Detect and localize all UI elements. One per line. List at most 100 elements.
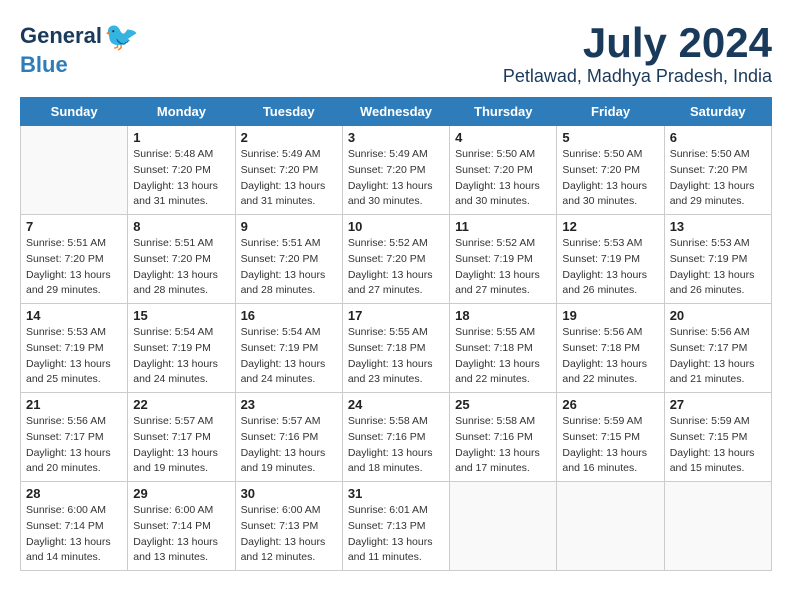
calendar-cell: 23 Sunrise: 5:57 AMSunset: 7:16 PMDayligh… [235, 393, 342, 482]
day-info: Sunrise: 5:54 AMSunset: 7:19 PMDaylight:… [133, 325, 229, 388]
calendar-day-header: Tuesday [235, 98, 342, 126]
day-info: Sunrise: 5:56 AMSunset: 7:18 PMDaylight:… [562, 325, 658, 388]
calendar-cell: 22 Sunrise: 5:57 AMSunset: 7:17 PMDayligh… [128, 393, 235, 482]
day-info: Sunrise: 5:50 AMSunset: 7:20 PMDaylight:… [455, 147, 551, 210]
calendar-cell: 18 Sunrise: 5:55 AMSunset: 7:18 PMDayligh… [450, 304, 557, 393]
logo: General 🐦 Blue [20, 20, 139, 77]
day-number: 20 [670, 308, 766, 323]
day-number: 22 [133, 397, 229, 412]
day-info: Sunrise: 5:56 AMSunset: 7:17 PMDaylight:… [670, 325, 766, 388]
calendar-table: SundayMondayTuesdayWednesdayThursdayFrid… [20, 97, 772, 571]
day-info: Sunrise: 6:00 AMSunset: 7:13 PMDaylight:… [241, 503, 337, 566]
calendar-cell: 30 Sunrise: 6:00 AMSunset: 7:13 PMDayligh… [235, 482, 342, 571]
calendar-cell: 25Sunrise: 5:58 AMSunset: 7:16 PMDayligh… [450, 393, 557, 482]
day-number: 1 [133, 130, 229, 145]
day-number: 12 [562, 219, 658, 234]
day-info: Sunrise: 5:57 AMSunset: 7:16 PMDaylight:… [241, 414, 337, 477]
calendar-day-header: Saturday [664, 98, 771, 126]
calendar-cell: 7Sunrise: 5:51 AMSunset: 7:20 PMDaylight… [21, 215, 128, 304]
calendar-week-row: 28 Sunrise: 6:00 AMSunset: 7:14 PMDayligh… [21, 482, 772, 571]
day-number: 23 [241, 397, 337, 412]
day-number: 19 [562, 308, 658, 323]
calendar-cell: 5 Sunrise: 5:50 AMSunset: 7:20 PMDaylight… [557, 126, 664, 215]
day-info: Sunrise: 5:52 AMSunset: 7:19 PMDaylight:… [455, 236, 551, 299]
day-info: Sunrise: 5:54 AMSunset: 7:19 PMDaylight:… [241, 325, 337, 388]
calendar-cell: 26 Sunrise: 5:59 AMSunset: 7:15 PMDayligh… [557, 393, 664, 482]
calendar-day-header: Wednesday [342, 98, 449, 126]
calendar-cell: 16 Sunrise: 5:54 AMSunset: 7:19 PMDayligh… [235, 304, 342, 393]
day-number: 14 [26, 308, 122, 323]
day-number: 10 [348, 219, 444, 234]
calendar-cell: 10 Sunrise: 5:52 AMSunset: 7:20 PMDayligh… [342, 215, 449, 304]
calendar-cell [450, 482, 557, 571]
day-info: Sunrise: 5:50 AMSunset: 7:20 PMDaylight:… [562, 147, 658, 210]
calendar-week-row: 7 Sunrise: 5:51 AMSunset: 7:20 PMDaylight… [21, 215, 772, 304]
day-number: 21 [26, 397, 122, 412]
day-info: Sunrise: 5:51 AMSunset: 7:20 PMDaylight:… [133, 236, 229, 299]
calendar-week-row: 14Sunrise: 5:53 AMSunset: 7:19 PMDayligh… [21, 304, 772, 393]
day-info: Sunrise: 6:01 AMSunset: 7:13 PMDaylight:… [348, 503, 444, 566]
day-info: Sunrise: 5:59 AMSunset: 7:15 PMDaylight:… [562, 414, 658, 477]
day-info: Sunrise: 5:57 AMSunset: 7:17 PMDaylight:… [133, 414, 229, 477]
day-number: 31 [348, 486, 444, 501]
day-number: 2 [241, 130, 337, 145]
day-number: 5 [562, 130, 658, 145]
calendar-cell: 4 Sunrise: 5:50 AMSunset: 7:20 PMDaylight… [450, 126, 557, 215]
calendar-cell: 21 Sunrise: 5:56 AMSunset: 7:17 PMDayligh… [21, 393, 128, 482]
day-number: 6 [670, 130, 766, 145]
day-number: 17 [348, 308, 444, 323]
calendar-cell: 3 Sunrise: 5:49 AMSunset: 7:20 PMDaylight… [342, 126, 449, 215]
calendar-week-row: 21 Sunrise: 5:56 AMSunset: 7:17 PMDayligh… [21, 393, 772, 482]
calendar-day-header: Sunday [21, 98, 128, 126]
calendar-cell: 13Sunrise: 5:53 AMSunset: 7:19 PMDayligh… [664, 215, 771, 304]
day-info: Sunrise: 5:58 AMSunset: 7:16 PMDaylight:… [455, 414, 551, 477]
day-info: Sunrise: 6:00 AMSunset: 7:14 PMDaylight:… [133, 503, 229, 566]
day-number: 16 [241, 308, 337, 323]
day-number: 30 [241, 486, 337, 501]
day-number: 3 [348, 130, 444, 145]
day-number: 28 [26, 486, 122, 501]
calendar-cell: 8Sunrise: 5:51 AMSunset: 7:20 PMDaylight… [128, 215, 235, 304]
day-info: Sunrise: 5:53 AMSunset: 7:19 PMDaylight:… [562, 236, 658, 299]
calendar-cell: 15 Sunrise: 5:54 AMSunset: 7:19 PMDayligh… [128, 304, 235, 393]
day-info: Sunrise: 5:55 AMSunset: 7:18 PMDaylight:… [455, 325, 551, 388]
calendar-day-header: Monday [128, 98, 235, 126]
calendar-day-header: Thursday [450, 98, 557, 126]
day-number: 9 [241, 219, 337, 234]
day-info: Sunrise: 5:58 AMSunset: 7:16 PMDaylight:… [348, 414, 444, 477]
logo-blue: Blue [20, 53, 68, 77]
calendar-cell: 9Sunrise: 5:51 AMSunset: 7:20 PMDaylight… [235, 215, 342, 304]
day-number: 7 [26, 219, 122, 234]
calendar-cell: 31 Sunrise: 6:01 AMSunset: 7:13 PMDayligh… [342, 482, 449, 571]
calendar-cell: 29 Sunrise: 6:00 AMSunset: 7:14 PMDayligh… [128, 482, 235, 571]
day-info: Sunrise: 5:53 AMSunset: 7:19 PMDaylight:… [670, 236, 766, 299]
calendar-cell: 28 Sunrise: 6:00 AMSunset: 7:14 PMDayligh… [21, 482, 128, 571]
day-info: Sunrise: 5:49 AMSunset: 7:20 PMDaylight:… [241, 147, 337, 210]
day-info: Sunrise: 5:50 AMSunset: 7:20 PMDaylight:… [670, 147, 766, 210]
calendar-cell: 6 Sunrise: 5:50 AMSunset: 7:20 PMDaylight… [664, 126, 771, 215]
calendar-cell: 20 Sunrise: 5:56 AMSunset: 7:17 PMDayligh… [664, 304, 771, 393]
day-number: 4 [455, 130, 551, 145]
calendar-week-row: 1 Sunrise: 5:48 AMSunset: 7:20 PMDaylight… [21, 126, 772, 215]
calendar-cell [21, 126, 128, 215]
day-number: 15 [133, 308, 229, 323]
calendar-cell: 1 Sunrise: 5:48 AMSunset: 7:20 PMDaylight… [128, 126, 235, 215]
calendar-cell: 14Sunrise: 5:53 AMSunset: 7:19 PMDayligh… [21, 304, 128, 393]
calendar-day-header: Friday [557, 98, 664, 126]
day-info: Sunrise: 5:48 AMSunset: 7:20 PMDaylight:… [133, 147, 229, 210]
day-number: 27 [670, 397, 766, 412]
day-number: 26 [562, 397, 658, 412]
day-info: Sunrise: 6:00 AMSunset: 7:14 PMDaylight:… [26, 503, 122, 566]
day-info: Sunrise: 5:52 AMSunset: 7:20 PMDaylight:… [348, 236, 444, 299]
day-info: Sunrise: 5:56 AMSunset: 7:17 PMDaylight:… [26, 414, 122, 477]
day-info: Sunrise: 5:55 AMSunset: 7:18 PMDaylight:… [348, 325, 444, 388]
logo-general: General [20, 24, 102, 48]
month-year-title: July 2024 [503, 20, 772, 66]
day-number: 18 [455, 308, 551, 323]
calendar-cell [557, 482, 664, 571]
day-number: 24 [348, 397, 444, 412]
day-info: Sunrise: 5:49 AMSunset: 7:20 PMDaylight:… [348, 147, 444, 210]
day-number: 29 [133, 486, 229, 501]
calendar-header-row: SundayMondayTuesdayWednesdayThursdayFrid… [21, 98, 772, 126]
day-info: Sunrise: 5:59 AMSunset: 7:15 PMDaylight:… [670, 414, 766, 477]
